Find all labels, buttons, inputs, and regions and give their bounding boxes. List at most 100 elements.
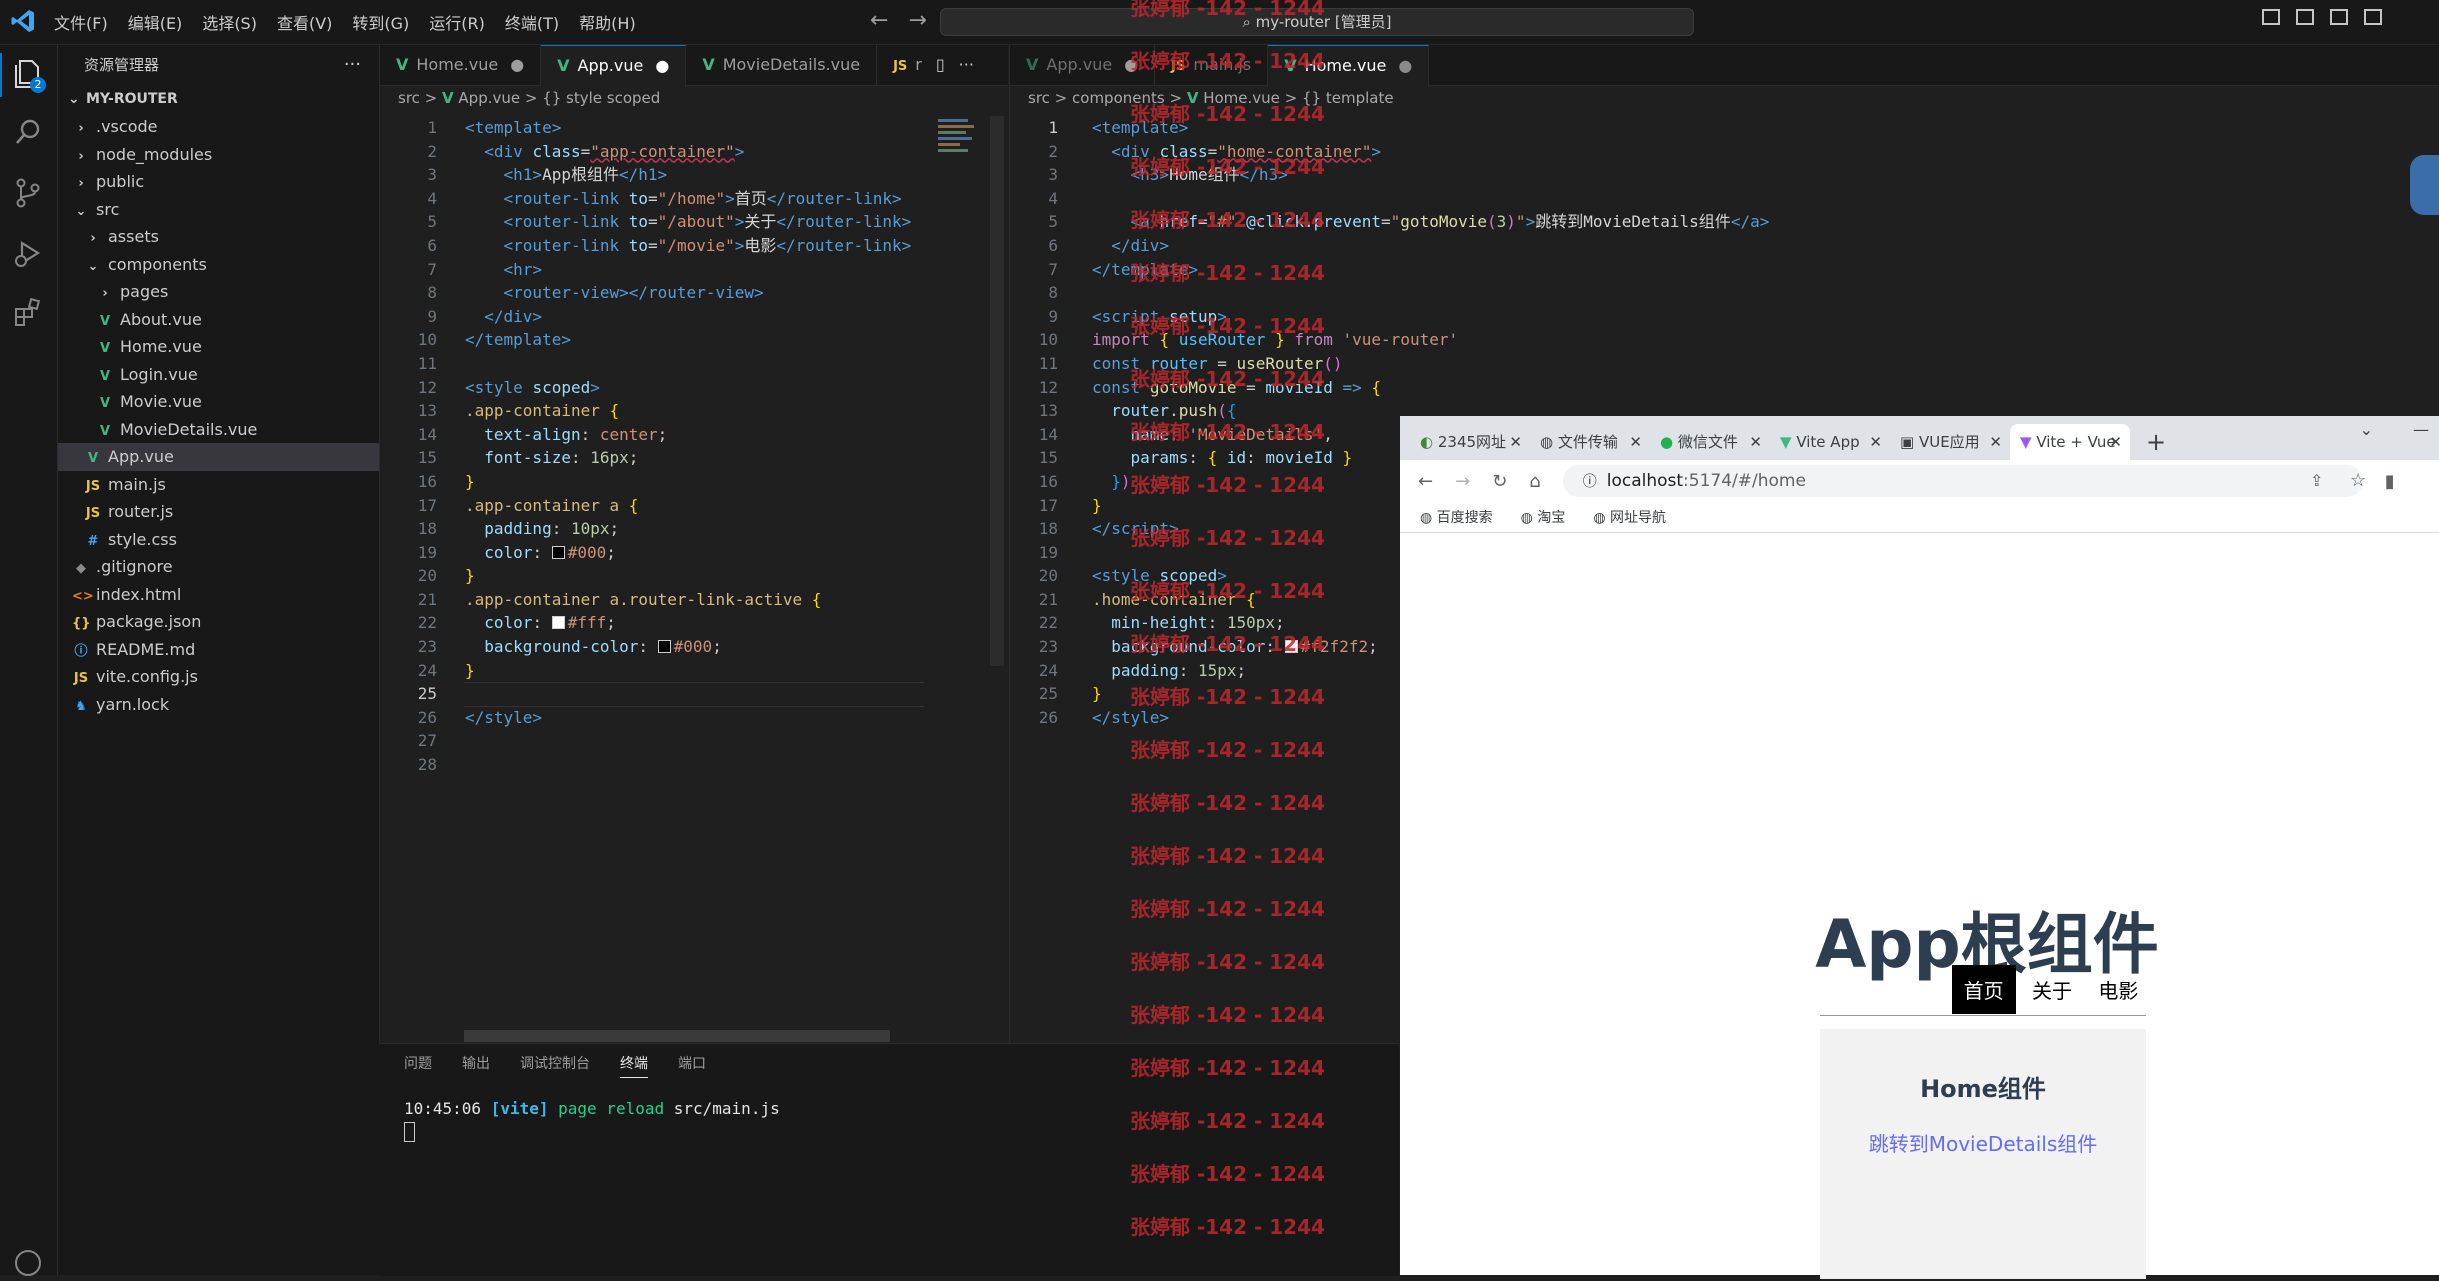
- vertical-scrollbar[interactable]: [990, 116, 1004, 666]
- more-actions-icon[interactable]: ···: [344, 45, 361, 85]
- reload-icon[interactable]: ↻: [1492, 471, 1507, 492]
- tree-item[interactable]: V Home.vue: [58, 333, 379, 361]
- menu-selection[interactable]: 选择(S): [202, 10, 257, 34]
- tree-item[interactable]: V App.vue: [58, 443, 379, 471]
- browser-tab-active[interactable]: ▼ Vite + Vue ✕: [2010, 424, 2130, 460]
- menu-help[interactable]: 帮助(H): [579, 10, 636, 34]
- tab-ports[interactable]: 端口: [678, 1044, 706, 1084]
- close-tab-icon[interactable]: ✕: [1509, 424, 1522, 460]
- tree-item[interactable]: # style.css: [58, 526, 379, 554]
- new-tab-icon[interactable]: +: [2130, 424, 2182, 460]
- menu-go[interactable]: 转到(G): [352, 10, 409, 34]
- tree-item[interactable]: {} package.json: [58, 608, 379, 636]
- tree-item-label: node_modules: [96, 144, 213, 164]
- extensions-icon[interactable]: [10, 295, 46, 331]
- forward-arrow-icon[interactable]: →: [1455, 471, 1470, 492]
- bookmark-label: 淘宝: [1537, 510, 1566, 526]
- close-tab-icon[interactable]: ✕: [1869, 424, 1882, 460]
- breadcrumb-item[interactable]: src: [1028, 89, 1050, 107]
- tree-item[interactable]: JS main.js: [58, 471, 379, 499]
- run-debug-icon[interactable]: [10, 235, 46, 271]
- bookmark-star-icon[interactable]: ☆: [2350, 465, 2366, 497]
- menu-edit[interactable]: 编辑(E): [128, 10, 183, 34]
- tree-item[interactable]: ⓘ README.md: [58, 636, 379, 664]
- customize-layout-icon[interactable]: [2364, 9, 2382, 25]
- more-actions-icon[interactable]: ···: [959, 45, 974, 85]
- back-arrow-icon[interactable]: ←: [1418, 471, 1433, 492]
- breadcrumb-item[interactable]: src: [398, 89, 420, 107]
- horizontal-scrollbar[interactable]: [464, 1030, 890, 1042]
- minimize-icon[interactable]: —: [2413, 420, 2429, 439]
- close-tab-icon[interactable]: ✕: [2109, 424, 2122, 460]
- minimap[interactable]: [938, 116, 978, 176]
- account-icon[interactable]: [10, 1245, 46, 1281]
- forward-arrow-icon[interactable]: →: [908, 8, 926, 33]
- tree-item-label: .gitignore: [96, 557, 173, 576]
- tab-label: App.vue: [577, 56, 644, 75]
- toggle-secondary-sidebar-icon[interactable]: [2330, 9, 2348, 25]
- tree-item[interactable]: › assets: [58, 223, 379, 251]
- close-tab-icon[interactable]: ✕: [1749, 424, 1762, 460]
- workspace-root[interactable]: ⌄ MY-ROUTER: [58, 85, 379, 113]
- bookmark-item[interactable]: ◍ 百度搜索: [1420, 507, 1493, 527]
- nav-link-home[interactable]: 首页: [1951, 965, 2016, 1014]
- tab-terminal[interactable]: 终端: [620, 1051, 648, 1078]
- menu-terminal[interactable]: 终端(T): [505, 10, 559, 34]
- split-editor-icon[interactable]: ▯: [936, 45, 945, 85]
- tab-router-js[interactable]: JS r: [877, 45, 928, 85]
- nav-link-about[interactable]: 关于: [2022, 965, 2082, 1014]
- tree-item[interactable]: › .vscode: [58, 113, 379, 141]
- toggle-panel-icon[interactable]: [2296, 9, 2314, 25]
- tree-item[interactable]: V MovieDetails.vue: [58, 416, 379, 444]
- browser-tab[interactable]: ◍ 文件传输 ✕: [1530, 424, 1650, 460]
- tab-home-vue[interactable]: V Home.vue ●: [380, 45, 542, 85]
- tree-item[interactable]: ⌄ components: [58, 251, 379, 279]
- code-app-vue[interactable]: <template> <div class="app-container"> <…: [465, 116, 911, 729]
- tree-item[interactable]: V Login.vue: [58, 361, 379, 389]
- home-icon[interactable]: ⌂: [1529, 471, 1540, 492]
- tree-item[interactable]: V About.vue: [58, 306, 379, 334]
- tab-moviedetails-vue[interactable]: V MovieDetails.vue: [686, 45, 878, 85]
- browser-tab[interactable]: ◐ 2345网址 ✕: [1410, 424, 1530, 460]
- breadcrumb-item[interactable]: {} style scoped: [542, 89, 660, 107]
- tree-item-label: yarn.lock: [96, 694, 170, 714]
- browser-tab[interactable]: ▼ Vite App ✕: [1770, 424, 1890, 460]
- menu-run[interactable]: 运行(R): [429, 10, 485, 34]
- watermark-text: 张婷郁 -142 - 1244: [1130, 261, 1325, 285]
- tab-app-vue[interactable]: V App.vue ●: [541, 45, 687, 86]
- tree-item[interactable]: <> index.html: [58, 581, 379, 609]
- tree-item[interactable]: ♞ yarn.lock: [58, 691, 379, 719]
- share-icon[interactable]: ⇪: [2310, 465, 2323, 497]
- breadcrumb-item[interactable]: App.vue: [458, 89, 520, 107]
- tree-item-label: main.js: [108, 474, 166, 494]
- tree-item[interactable]: JS router.js: [58, 498, 379, 526]
- menu-view[interactable]: 查看(V): [277, 10, 332, 34]
- tree-item[interactable]: V Movie.vue: [58, 388, 379, 416]
- copilot-panel-icon[interactable]: [2410, 155, 2439, 215]
- tab-output[interactable]: 输出: [462, 1044, 490, 1084]
- source-control-icon[interactable]: [10, 175, 46, 211]
- menu-file[interactable]: 文件(F): [54, 10, 108, 34]
- tree-item[interactable]: › pages: [58, 278, 379, 306]
- browser-tab[interactable]: ▣ VUE应用 ✕: [1890, 424, 2010, 460]
- side-panel-icon[interactable]: ▮: [2385, 471, 2395, 492]
- back-arrow-icon[interactable]: ←: [870, 8, 888, 33]
- browser-tab[interactable]: ● 微信文件 ✕: [1650, 424, 1770, 460]
- tab-search-chevron-icon[interactable]: ⌄: [2360, 420, 2373, 439]
- toggle-sidebar-icon[interactable]: [2262, 9, 2280, 25]
- tab-debug-console[interactable]: 调试控制台: [520, 1044, 590, 1084]
- tab-problems[interactable]: 问题: [404, 1044, 432, 1084]
- bookmark-item[interactable]: ◍ 淘宝: [1521, 507, 1566, 527]
- close-tab-icon[interactable]: ✕: [1629, 424, 1642, 460]
- tree-item[interactable]: ◆ .gitignore: [58, 553, 379, 581]
- tree-item[interactable]: › public: [58, 168, 379, 196]
- goto-moviedetails-link[interactable]: 跳转到MovieDetails组件: [1820, 1128, 2146, 1157]
- tree-item[interactable]: › node_modules: [58, 141, 379, 169]
- tree-item[interactable]: JS vite.config.js: [58, 663, 379, 691]
- nav-link-movie[interactable]: 电影: [2088, 965, 2148, 1014]
- tree-item[interactable]: ⌄ src: [58, 196, 379, 224]
- address-bar[interactable]: ⓘ localhost:5174/#/home ⇪ ☆: [1562, 465, 2366, 497]
- bookmark-item[interactable]: ◍ 网址导航: [1593, 507, 1666, 527]
- search-icon[interactable]: [10, 115, 46, 151]
- close-tab-icon[interactable]: ✕: [1989, 424, 2002, 460]
